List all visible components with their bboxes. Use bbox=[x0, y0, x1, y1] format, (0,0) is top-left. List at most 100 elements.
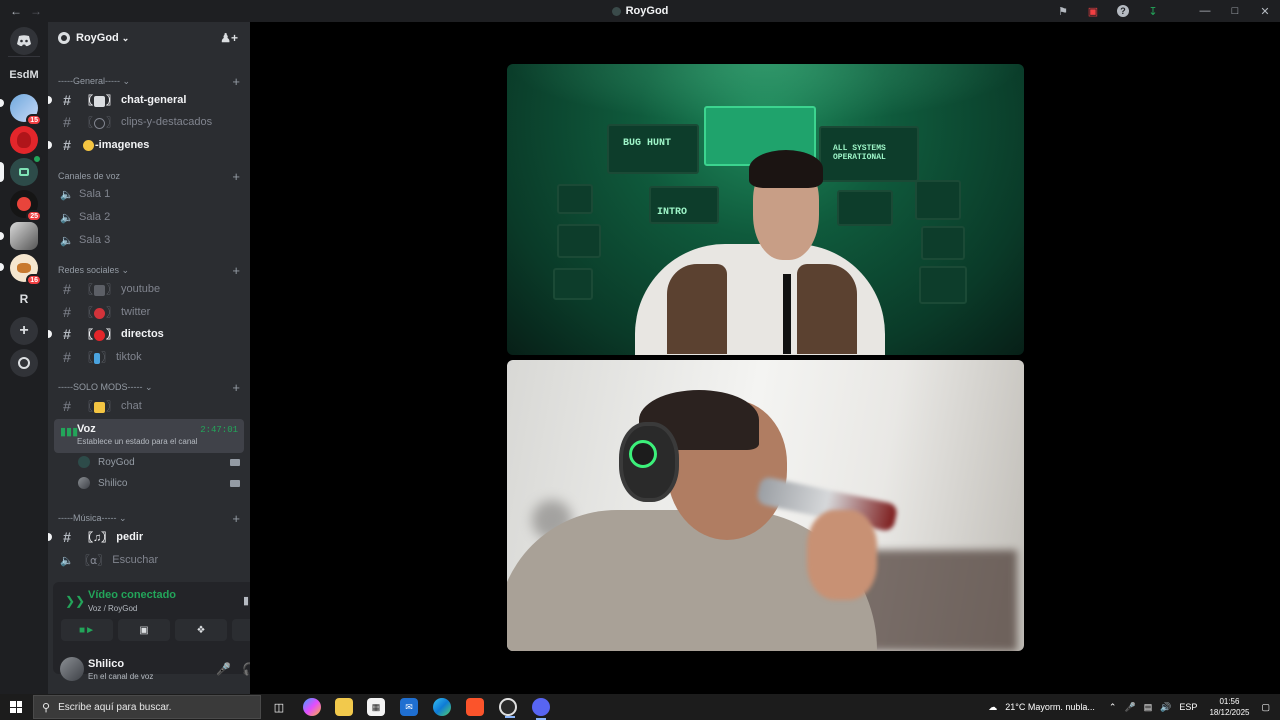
weather-icon[interactable]: ☁ bbox=[988, 702, 997, 713]
channel-directos[interactable]: # 〖〗 directos bbox=[48, 323, 250, 345]
volume-icon[interactable]: 🔊 bbox=[1160, 702, 1171, 713]
stream-monitor bbox=[649, 186, 719, 224]
hash-icon: # bbox=[63, 398, 71, 414]
avatar[interactable] bbox=[60, 657, 84, 681]
discover-compass-icon[interactable] bbox=[10, 349, 38, 377]
avatar bbox=[78, 477, 90, 489]
stream-monitor bbox=[607, 124, 699, 174]
server-icon bbox=[611, 6, 621, 16]
microphone-tray-icon[interactable]: 🎤 bbox=[1124, 702, 1135, 713]
back-arrow-icon[interactable]: ← bbox=[10, 4, 22, 18]
create-channel-icon[interactable]: + bbox=[232, 169, 240, 184]
server-r[interactable]: R bbox=[10, 285, 38, 313]
video-tile-roygod[interactable]: BUG HUNT ALL SYSTEMS OPERATIONAL INTRO bbox=[507, 64, 1024, 355]
invite-people-icon[interactable]: ♟+ bbox=[220, 31, 238, 45]
connection-location[interactable]: Voz / RoyGod bbox=[88, 604, 137, 613]
edge-browser-icon[interactable] bbox=[433, 698, 451, 716]
camera-icon bbox=[230, 458, 240, 466]
hash-icon: # bbox=[63, 326, 71, 342]
chrome-icon[interactable] bbox=[499, 698, 517, 718]
window-title: RoyGod bbox=[625, 5, 669, 17]
live-badge bbox=[32, 154, 42, 164]
voice-channel-sala2[interactable]: 🔈 Sala 2 bbox=[48, 206, 250, 228]
activities-button[interactable]: ❖ bbox=[175, 619, 227, 641]
maximize-icon[interactable]: □ bbox=[1220, 0, 1250, 22]
create-channel-icon[interactable]: + bbox=[232, 74, 240, 89]
voice-activity-icon: ▮▮▮ bbox=[60, 426, 79, 438]
discord-taskbar-icon[interactable] bbox=[532, 698, 550, 720]
download-icon[interactable]: ↧ bbox=[1138, 0, 1168, 22]
hash-icon: # bbox=[63, 137, 71, 153]
copilot-icon[interactable] bbox=[303, 698, 321, 716]
network-icon[interactable]: ▤ bbox=[1144, 702, 1153, 713]
active-voice-channel[interactable]: ▮▮▮ Voz Establece un estado para el cana… bbox=[54, 419, 244, 453]
windows-start-icon[interactable] bbox=[10, 701, 22, 713]
monitor-label: INTRO bbox=[657, 207, 688, 218]
hash-icon: # bbox=[63, 114, 71, 130]
server-roygod[interactable] bbox=[10, 154, 42, 186]
hash-icon: # bbox=[63, 281, 71, 297]
voice-user-roygod[interactable]: RoyGod bbox=[48, 452, 250, 472]
server-rail: EsdM 15 25 16 R + bbox=[0, 22, 48, 694]
screen-share-icon[interactable]: ▣ bbox=[1078, 0, 1108, 22]
notifications-icon[interactable]: ▢ bbox=[1261, 702, 1270, 713]
chevron-up-icon[interactable]: ⌃ bbox=[1109, 702, 1117, 713]
voice-channel-escuchar[interactable]: 🔈 〖⍺〗 Escuchar bbox=[48, 549, 250, 571]
language-indicator[interactable]: ESP bbox=[1179, 702, 1197, 712]
mail-icon[interactable]: ✉ bbox=[400, 698, 418, 716]
server-icon-2[interactable] bbox=[10, 126, 38, 154]
chevron-down-icon: ⌄ bbox=[119, 512, 127, 523]
server-header[interactable]: RoyGod ⌄ ♟+ bbox=[48, 22, 250, 54]
task-view-icon[interactable]: ◫ bbox=[270, 698, 288, 716]
signal-icon[interactable]: ❯❯ bbox=[65, 594, 85, 608]
voice-timer: 2:47:01 bbox=[200, 425, 238, 435]
server-icon-1[interactable]: 15 bbox=[10, 94, 42, 126]
camera-toggle-button[interactable]: ■► bbox=[61, 619, 113, 641]
channel-pedir[interactable]: # 〖♫〗 pedir bbox=[48, 526, 250, 548]
channel-mod-chat[interactable]: # 〖〗 chat bbox=[48, 395, 250, 417]
hash-icon: # bbox=[63, 529, 71, 545]
create-channel-icon[interactable]: + bbox=[232, 511, 240, 526]
minimize-icon[interactable]: — bbox=[1190, 0, 1220, 22]
screen-share-button[interactable]: ▣ bbox=[118, 619, 170, 641]
voice-user-shilico[interactable]: Shilico bbox=[48, 473, 250, 493]
voice-channel-sala3[interactable]: 🔈 Sala 3 bbox=[48, 229, 250, 251]
server-icon-5[interactable] bbox=[10, 222, 38, 250]
mention-badge: 15 bbox=[26, 114, 42, 126]
channel-twitter[interactable]: # 〖〗 twitter bbox=[48, 301, 250, 323]
taskbar-search[interactable]: ⚲ Escribe aquí para buscar. bbox=[33, 695, 261, 719]
channel-imagenes[interactable]: # -imagenes bbox=[48, 134, 250, 156]
channel-clips[interactable]: # 〖〗 clips-y-destacados bbox=[48, 111, 250, 133]
server-icon-4[interactable]: 25 bbox=[10, 190, 42, 222]
add-server-icon[interactable]: + bbox=[10, 317, 38, 345]
system-tray: ☁ 21°C Mayorm. nubla... ⌃ 🎤 ▤ 🔊 ESP 01:5… bbox=[984, 694, 1280, 720]
clock[interactable]: 01:56 18/12/2025 bbox=[1209, 696, 1249, 718]
channel-tiktok[interactable]: # 〖〗 tiktok bbox=[48, 346, 250, 368]
server-esdm[interactable]: EsdM bbox=[9, 61, 38, 89]
channel-youtube[interactable]: # 〖〗 youtube bbox=[48, 278, 250, 300]
help-icon[interactable]: ? bbox=[1108, 0, 1138, 22]
monitor-label: BUG HUNT bbox=[623, 138, 672, 149]
microphone-icon[interactable]: 🎤 bbox=[216, 662, 231, 676]
brave-browser-icon[interactable] bbox=[466, 698, 484, 716]
channel-chat-general[interactable]: # 〖〗 chat-general bbox=[48, 89, 250, 111]
create-channel-icon[interactable]: + bbox=[232, 380, 240, 395]
forward-arrow-icon[interactable]: → bbox=[30, 4, 42, 18]
inbox-flag-icon[interactable]: ⚑ bbox=[1048, 0, 1078, 22]
voice-channel-sala1[interactable]: 🔈 Sala 1 bbox=[48, 183, 250, 205]
video-tile-shilico[interactable] bbox=[507, 360, 1024, 651]
store-icon[interactable]: ▦ bbox=[367, 698, 385, 716]
close-icon[interactable]: ✕ bbox=[1250, 0, 1280, 22]
video-stage: BUG HUNT ALL SYSTEMS OPERATIONAL INTRO bbox=[250, 22, 1280, 694]
file-explorer-icon[interactable] bbox=[335, 698, 353, 716]
avatar bbox=[78, 456, 90, 468]
hash-icon: # bbox=[63, 349, 71, 365]
create-channel-icon[interactable]: + bbox=[232, 263, 240, 278]
voice-channel-status[interactable]: Establece un estado para el canal bbox=[77, 437, 198, 446]
server-icon-6[interactable]: 16 bbox=[10, 254, 42, 286]
weather-text[interactable]: 21°C Mayorm. nubla... bbox=[1005, 702, 1095, 712]
speaker-icon: 🔈 bbox=[60, 188, 74, 201]
camera-icon bbox=[230, 479, 240, 487]
discord-home-icon[interactable] bbox=[10, 27, 38, 55]
hash-icon: # bbox=[63, 304, 71, 320]
